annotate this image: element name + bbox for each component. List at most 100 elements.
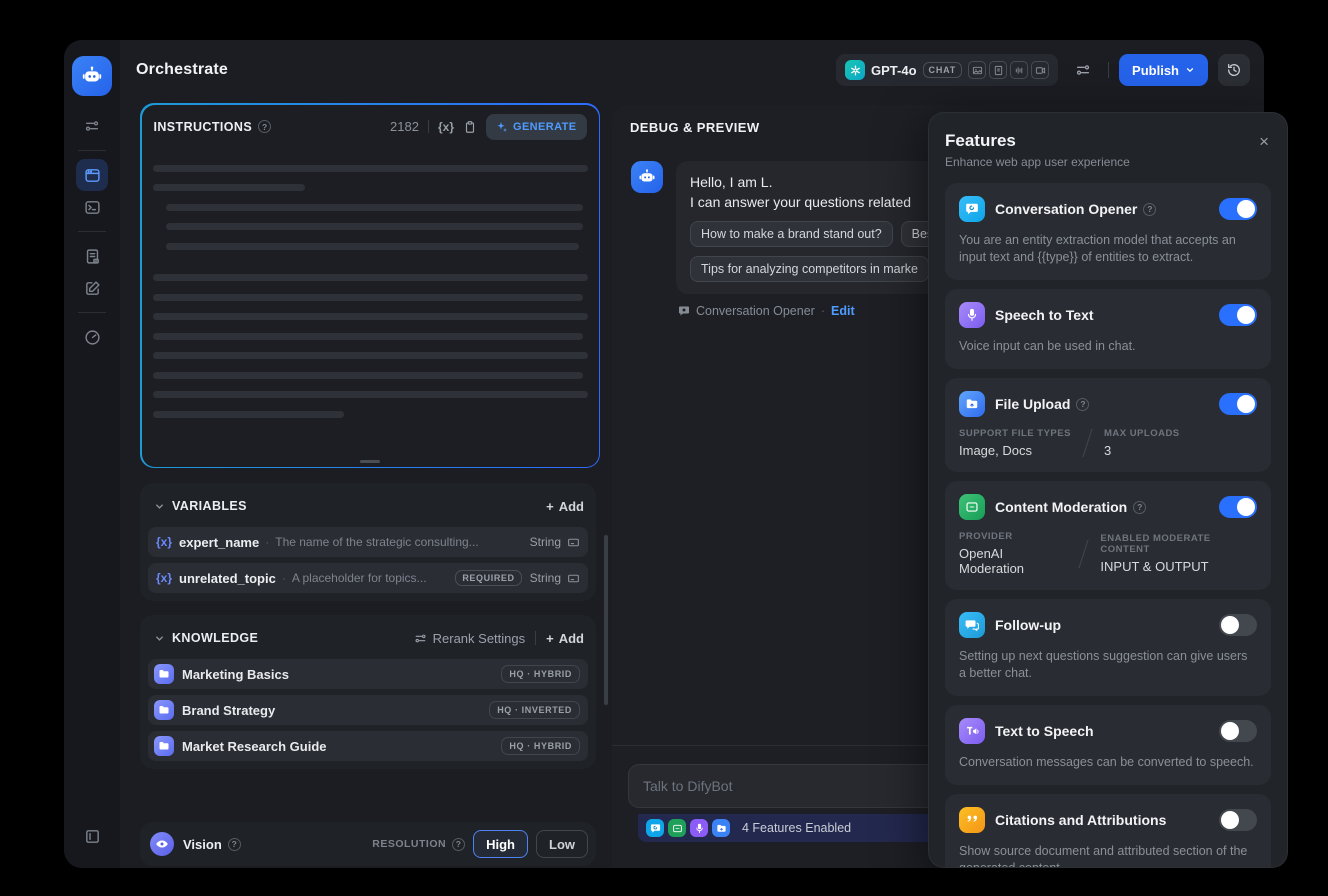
- variable-row[interactable]: {x} unrelated_topic · A placeholder for top…: [148, 563, 588, 593]
- help-icon[interactable]: ?: [1143, 202, 1157, 216]
- model-name: GPT-4o: [871, 62, 917, 78]
- feature-name: Speech to Text: [995, 307, 1094, 323]
- variables-label: VARIABLES: [172, 499, 247, 513]
- help-icon[interactable]: ?: [1076, 397, 1090, 411]
- feature-toggle[interactable]: [1219, 496, 1257, 518]
- collapse-sidebar-icon[interactable]: [76, 820, 108, 852]
- feature-toggle[interactable]: [1219, 198, 1257, 220]
- resolution-high-button[interactable]: High: [473, 830, 528, 858]
- meta-label: PROVIDER: [959, 531, 1013, 542]
- instructions-editor[interactable]: [142, 149, 599, 418]
- sidebar-item-logs[interactable]: [76, 240, 108, 272]
- scrollbar[interactable]: [604, 535, 608, 705]
- version-history-button[interactable]: [1218, 54, 1250, 86]
- feature-card: File Upload? SUPPORT FILE TYPES Image, Doc…: [945, 378, 1271, 472]
- folder-icon: [712, 819, 730, 837]
- skeleton-text-line: [152, 410, 344, 418]
- help-icon[interactable]: ?: [452, 837, 466, 851]
- skeleton-text-line: [165, 242, 579, 250]
- history-icon: [1227, 64, 1240, 76]
- help-icon[interactable]: ?: [1133, 500, 1147, 514]
- edit-opener-link[interactable]: Edit: [831, 304, 855, 318]
- add-variable-button[interactable]: + Add: [546, 499, 584, 514]
- features-enabled-label: 4 Features Enabled: [742, 821, 852, 835]
- feature-name: Content Moderation: [995, 499, 1128, 515]
- meta-value: Image, Docs: [959, 443, 1032, 458]
- feature-meta: PROVIDER OpenAI Moderation ENABLED MODERAT…: [959, 531, 1257, 576]
- folder-icon: [154, 700, 174, 720]
- feature-description: Setting up next questions suggestion can…: [959, 649, 1248, 680]
- skeleton-text-line: [152, 391, 588, 398]
- help-icon[interactable]: ?: [227, 837, 241, 851]
- skeleton-text-line: [152, 352, 588, 359]
- moderation-icon: [959, 494, 985, 520]
- sidebar-item-annotations[interactable]: [76, 272, 108, 304]
- chevron-down-icon: [1186, 68, 1194, 73]
- sidebar-divider: [78, 312, 106, 313]
- knowledge-row[interactable]: Brand Strategy HQ · INVERTED: [148, 695, 588, 725]
- knowledge-name: Market Research Guide: [182, 738, 327, 754]
- add-knowledge-button[interactable]: + Add: [546, 631, 584, 646]
- knowledge-row[interactable]: Market Research Guide HQ · HYBRID: [148, 731, 588, 761]
- feature-toggle[interactable]: [1219, 809, 1257, 831]
- knowledge-name: Marketing Basics: [182, 666, 289, 682]
- moderation-icon: [668, 819, 686, 837]
- meta-value: INPUT & OUTPUT: [1100, 559, 1209, 574]
- resolution-low-button[interactable]: Low: [536, 830, 588, 858]
- instructions-label: INSTRUCTIONS: [153, 119, 253, 134]
- chat-bubble-icon: [959, 196, 985, 222]
- debug-preview-title: DEBUG & PREVIEW: [630, 120, 760, 135]
- model-capability-badges: [968, 61, 1050, 79]
- insert-variable-icon[interactable]: {x}: [438, 120, 454, 134]
- generate-button[interactable]: GENERATE: [485, 113, 587, 140]
- publish-button[interactable]: Publish: [1119, 54, 1208, 86]
- skeleton-text-line: [152, 293, 584, 301]
- feature-description: Conversation messages can be converted t…: [959, 755, 1254, 769]
- resize-handle[interactable]: [360, 459, 380, 463]
- feature-toggle[interactable]: [1219, 614, 1257, 636]
- suggestion-chip[interactable]: How to make a brand stand out?: [690, 221, 893, 247]
- close-icon[interactable]: ×: [1259, 133, 1269, 150]
- sparkle-icon: [497, 121, 507, 132]
- feature-meta: SUPPORT FILE TYPES Image, Docs MAX UPLOADS…: [959, 428, 1257, 458]
- skeleton-text-line: [165, 223, 584, 230]
- eye-icon: [150, 832, 174, 856]
- feature-card: Text to Speech Conversation messages can …: [945, 705, 1271, 785]
- mic-icon: [690, 819, 708, 837]
- skeleton-text-line: [152, 332, 584, 340]
- app-logo-icon[interactable]: [72, 56, 112, 96]
- feature-card: Citations and Attributions Show source do…: [945, 794, 1271, 868]
- knowledge-row[interactable]: Marketing Basics HQ · HYBRID: [148, 659, 588, 689]
- variable-row[interactable]: {x} expert_name · The name of the strategic…: [148, 527, 588, 557]
- feature-name: File Upload: [995, 396, 1071, 412]
- help-icon[interactable]: ?: [258, 120, 272, 133]
- index-mode-badge: HQ · INVERTED: [489, 701, 580, 719]
- model-selector[interactable]: GPT-4o CHAT: [836, 54, 1059, 86]
- skeleton-text-line: [152, 313, 588, 320]
- feature-name: Follow-up: [995, 617, 1062, 633]
- feature-card: Content Moderation? PROVIDER OpenAI Modera…: [945, 481, 1271, 590]
- skeleton-text-line: [152, 274, 588, 281]
- meta-label: MAX UPLOADS: [1103, 428, 1180, 439]
- model-settings-icon[interactable]: [76, 110, 108, 142]
- variables-section: VARIABLES + Add {x} expert_name · The name …: [140, 483, 596, 601]
- sidebar-item-monitoring[interactable]: [76, 321, 108, 353]
- sidebar-item-terminal[interactable]: [76, 191, 108, 223]
- feature-description: Show source document and attributed sect…: [959, 844, 1248, 868]
- feature-description: Voice input can be used in chat.: [959, 339, 1136, 353]
- features-panel: Features Enhance web app user experience…: [928, 112, 1288, 868]
- feature-toggle[interactable]: [1219, 304, 1257, 326]
- sidebar-item-orchestrate[interactable]: [76, 159, 108, 191]
- rerank-settings-button[interactable]: Rerank Settings: [414, 631, 525, 646]
- folder-icon: [959, 391, 985, 417]
- chevron-down-icon[interactable]: [154, 633, 165, 644]
- chat-bubble-icon: [679, 306, 689, 316]
- feature-toggle[interactable]: [1219, 393, 1257, 415]
- model-config-icon[interactable]: [1068, 55, 1098, 85]
- variable-icon: {x}: [156, 535, 173, 549]
- char-count: 2182: [390, 119, 419, 134]
- chevron-down-icon[interactable]: [154, 501, 165, 512]
- suggestion-chip[interactable]: Tips for analyzing competitors in marke: [690, 256, 929, 282]
- copy-icon[interactable]: [463, 120, 477, 134]
- feature-toggle[interactable]: [1219, 720, 1257, 742]
